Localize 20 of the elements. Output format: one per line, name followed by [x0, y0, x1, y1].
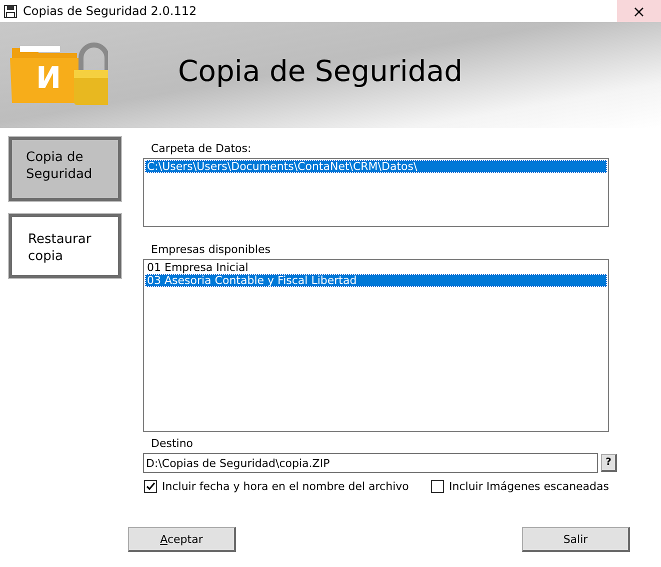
checkbox[interactable] — [431, 480, 444, 493]
close-button[interactable]: × — [617, 0, 661, 22]
window-title: Copias de Seguridad 2.0.112 — [23, 4, 198, 18]
list-item[interactable]: C:\Users\Users\Documents\ContaNet\CRM\Datos\ — [145, 160, 607, 173]
page-title: Copia de Seguridad — [178, 54, 463, 88]
sidebar-button[interactable]: Restaurar copia — [9, 214, 121, 278]
browse-button[interactable]: ? — [601, 454, 617, 472]
field-label: Empresas disponibles — [151, 243, 270, 256]
field-label: Carpeta de Datos: — [151, 142, 252, 155]
checkbox[interactable] — [144, 480, 157, 493]
destination-field[interactable]: D:\Copias de Seguridad\copia.ZIP — [143, 453, 598, 473]
checkbox-label: Incluir fecha y hora en el nombre del archivo — [162, 480, 409, 493]
checkbox-label: Incluir Imágenes escaneadas — [449, 480, 610, 493]
push-button[interactable]: Salir — [522, 527, 630, 552]
list-item[interactable]: 03 Asesoria Contable y Fiscal Libertad — [145, 274, 607, 287]
field-label: Destino — [151, 437, 194, 450]
logo-letter: И — [36, 64, 62, 94]
sidebar-button[interactable]: Copia de Seguridad — [9, 137, 121, 201]
push-button[interactable]: Aceptar — [128, 527, 236, 552]
list-item[interactable]: 01 Empresa Inicial — [145, 261, 607, 274]
